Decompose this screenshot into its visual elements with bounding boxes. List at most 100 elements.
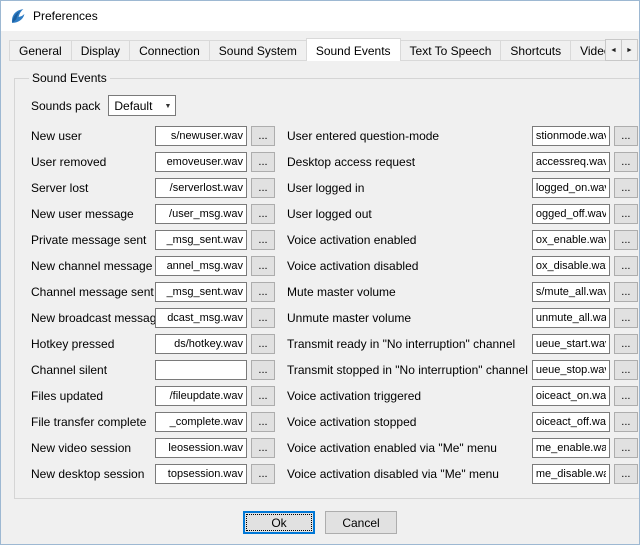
sound-event-label: Hotkey pressed: [31, 337, 155, 351]
row-server-lost: Server lost ...: [31, 178, 275, 198]
browse-button[interactable]: ...: [614, 308, 638, 328]
sound-event-label: New broadcast message: [31, 311, 155, 325]
sound-file-input[interactable]: [532, 412, 610, 432]
browse-button[interactable]: ...: [614, 282, 638, 302]
row-user-logged-in: User logged in ...: [287, 178, 638, 198]
browse-button[interactable]: ...: [614, 386, 638, 406]
browse-button[interactable]: ...: [251, 178, 275, 198]
sound-file-input[interactable]: [155, 360, 247, 380]
sound-event-label: Unmute master volume: [287, 311, 532, 325]
browse-button[interactable]: ...: [251, 464, 275, 484]
sound-file-input[interactable]: [155, 178, 247, 198]
browse-button[interactable]: ...: [251, 230, 275, 250]
browse-button[interactable]: ...: [251, 126, 275, 146]
tab-text-to-speech[interactable]: Text To Speech: [400, 40, 502, 61]
sound-event-column-right: User entered question-mode ... Desktop a…: [287, 126, 638, 484]
sound-event-label: Desktop access request: [287, 155, 532, 169]
sound-event-label: User entered question-mode: [287, 129, 532, 143]
sound-event-label: Voice activation stopped: [287, 415, 532, 429]
sound-file-input[interactable]: [532, 282, 610, 302]
browse-button[interactable]: ...: [614, 256, 638, 276]
sound-file-input[interactable]: [532, 204, 610, 224]
browse-button[interactable]: ...: [251, 386, 275, 406]
browse-button[interactable]: ...: [251, 438, 275, 458]
row-voice-activation-triggered: Voice activation triggered ...: [287, 386, 638, 406]
sound-file-input[interactable]: [155, 256, 247, 276]
row-new-user: New user ...: [31, 126, 275, 146]
sound-event-label: New user message: [31, 207, 155, 221]
sound-file-input[interactable]: [532, 152, 610, 172]
sound-file-input[interactable]: [155, 334, 247, 354]
browse-button[interactable]: ...: [614, 334, 638, 354]
sound-event-label: Transmit stopped in "No interruption" ch…: [287, 363, 532, 377]
tab-general[interactable]: General: [9, 40, 72, 61]
sound-file-input[interactable]: [155, 438, 247, 458]
tab-sound-system[interactable]: Sound System: [209, 40, 307, 61]
sound-file-input[interactable]: [532, 230, 610, 250]
browse-button[interactable]: ...: [614, 438, 638, 458]
sound-file-input[interactable]: [532, 126, 610, 146]
titlebar: Preferences: [1, 1, 639, 31]
sound-event-label: User removed: [31, 155, 155, 169]
sound-file-input[interactable]: [532, 334, 610, 354]
sound-file-input[interactable]: [532, 464, 610, 484]
sound-file-input[interactable]: [155, 386, 247, 406]
browse-button[interactable]: ...: [614, 126, 638, 146]
browse-button[interactable]: ...: [251, 412, 275, 432]
row-channel-silent: Channel silent ...: [31, 360, 275, 380]
tab-shortcuts[interactable]: Shortcuts: [500, 40, 571, 61]
sound-event-label: User logged out: [287, 207, 532, 221]
sound-file-input[interactable]: [155, 230, 247, 250]
sound-file-input[interactable]: [155, 152, 247, 172]
browse-button[interactable]: ...: [614, 152, 638, 172]
browse-button[interactable]: ...: [614, 204, 638, 224]
app-logo-icon: [9, 8, 26, 25]
browse-button[interactable]: ...: [251, 256, 275, 276]
row-hotkey-pressed: Hotkey pressed ...: [31, 334, 275, 354]
row-new-video-session: New video session ...: [31, 438, 275, 458]
tab-scroll-right-icon[interactable]: ►: [621, 39, 638, 61]
sound-event-label: Voice activation triggered: [287, 389, 532, 403]
sound-event-label: Mute master volume: [287, 285, 532, 299]
sound-event-label: New desktop session: [31, 467, 155, 481]
window-title: Preferences: [33, 9, 98, 23]
sound-file-input[interactable]: [155, 464, 247, 484]
row-user-logged-out: User logged out ...: [287, 204, 638, 224]
browse-button[interactable]: ...: [614, 360, 638, 380]
tab-connection[interactable]: Connection: [129, 40, 210, 61]
ok-button[interactable]: Ok: [243, 511, 315, 534]
tab-sound-events[interactable]: Sound Events: [306, 38, 401, 61]
row-file-transfer-complete: File transfer complete ...: [31, 412, 275, 432]
sound-event-label: Private message sent: [31, 233, 155, 247]
row-new-user-message: New user message ...: [31, 204, 275, 224]
browse-button[interactable]: ...: [251, 334, 275, 354]
sound-file-input[interactable]: [532, 256, 610, 276]
sounds-pack-select[interactable]: Default ▼: [108, 95, 176, 116]
sound-file-input[interactable]: [532, 360, 610, 380]
sound-file-input[interactable]: [532, 308, 610, 328]
browse-button[interactable]: ...: [251, 308, 275, 328]
sound-file-input[interactable]: [155, 204, 247, 224]
browse-button[interactable]: ...: [251, 204, 275, 224]
sound-file-input[interactable]: [532, 438, 610, 458]
browse-button[interactable]: ...: [614, 178, 638, 198]
tab-display[interactable]: Display: [71, 40, 130, 61]
row-transmit-stopped: Transmit stopped in "No interruption" ch…: [287, 360, 638, 380]
browse-button[interactable]: ...: [614, 412, 638, 432]
browse-button[interactable]: ...: [614, 464, 638, 484]
sound-file-input[interactable]: [155, 126, 247, 146]
row-new-broadcast-message: New broadcast message ...: [31, 308, 275, 328]
cancel-button[interactable]: Cancel: [325, 511, 397, 534]
row-new-channel-message: New channel message ...: [31, 256, 275, 276]
sound-file-input[interactable]: [155, 282, 247, 302]
browse-button[interactable]: ...: [251, 360, 275, 380]
sound-file-input[interactable]: [532, 386, 610, 406]
tab-scroll-left-icon[interactable]: ◄: [605, 39, 622, 61]
browse-button[interactable]: ...: [614, 230, 638, 250]
sound-file-input[interactable]: [155, 412, 247, 432]
browse-button[interactable]: ...: [251, 282, 275, 302]
row-voice-activation-disabled-me-menu: Voice activation disabled via "Me" menu …: [287, 464, 638, 484]
browse-button[interactable]: ...: [251, 152, 275, 172]
sound-file-input[interactable]: [532, 178, 610, 198]
sound-file-input[interactable]: [155, 308, 247, 328]
